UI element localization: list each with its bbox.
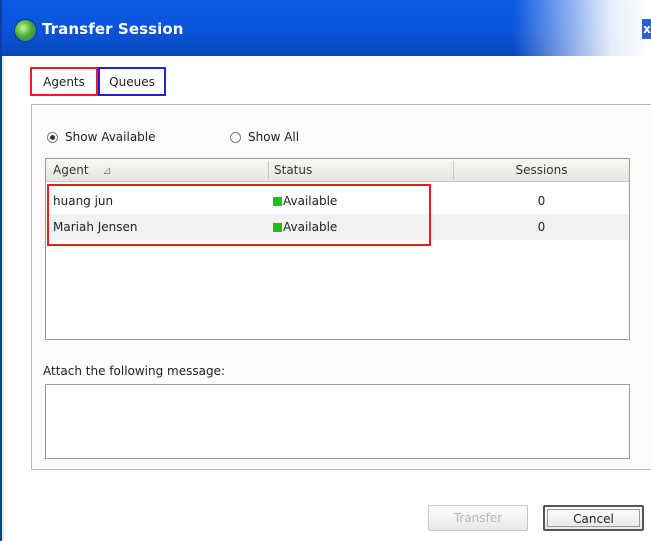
message-label: Attach the following message: [43,364,226,378]
sessions-count: 0 [537,194,546,208]
column-header-agent[interactable]: Agent ⊿ [53,159,268,181]
column-divider[interactable] [268,161,269,179]
app-globe-icon [15,20,36,41]
cancel-button[interactable]: Cancel [543,505,644,531]
close-button[interactable]: x [641,18,651,40]
show-available-label: Show Available [65,130,156,144]
message-input[interactable] [45,384,630,459]
list-row[interactable]: Mariah Jensen Available 0 [46,214,629,240]
show-all-radio[interactable]: Show All [230,130,299,144]
sort-ascending-icon: ⊿ [102,164,112,177]
status-text: Available [283,194,338,208]
tab-agents[interactable]: Agents [30,67,98,96]
agent-name: Mariah Jensen [53,220,138,234]
transfer-session-dialog: Transfer Session x Agents Queues Show Av… [0,0,651,541]
agent-name: huang jun [53,194,114,208]
status-available-icon [273,197,282,206]
agent-list[interactable]: Agent ⊿ Status Sessions huang jun Availab… [45,158,630,340]
status-text: Available [283,220,338,234]
status-cell: Available [273,188,337,214]
column-header-sessions[interactable]: Sessions [454,159,629,181]
column-header-status[interactable]: Status [274,159,449,181]
title-bar[interactable]: Transfer Session x [2,0,651,56]
transfer-button[interactable]: Transfer [428,505,528,531]
status-cell: Available [273,214,337,240]
list-row[interactable]: huang jun Available 0 [46,188,629,214]
radio-unchecked-icon[interactable] [230,132,241,143]
title-bar-fade [513,0,651,56]
list-header: Agent ⊿ Status Sessions [46,159,629,182]
sessions-count: 0 [537,220,546,234]
window-title: Transfer Session [42,20,184,38]
show-all-label: Show All [248,130,300,144]
tab-queues[interactable]: Queues [98,67,166,96]
status-available-icon [273,223,282,232]
close-icon: x [643,22,651,36]
radio-checked-icon[interactable] [47,132,58,143]
show-available-radio[interactable]: Show Available [47,130,156,144]
